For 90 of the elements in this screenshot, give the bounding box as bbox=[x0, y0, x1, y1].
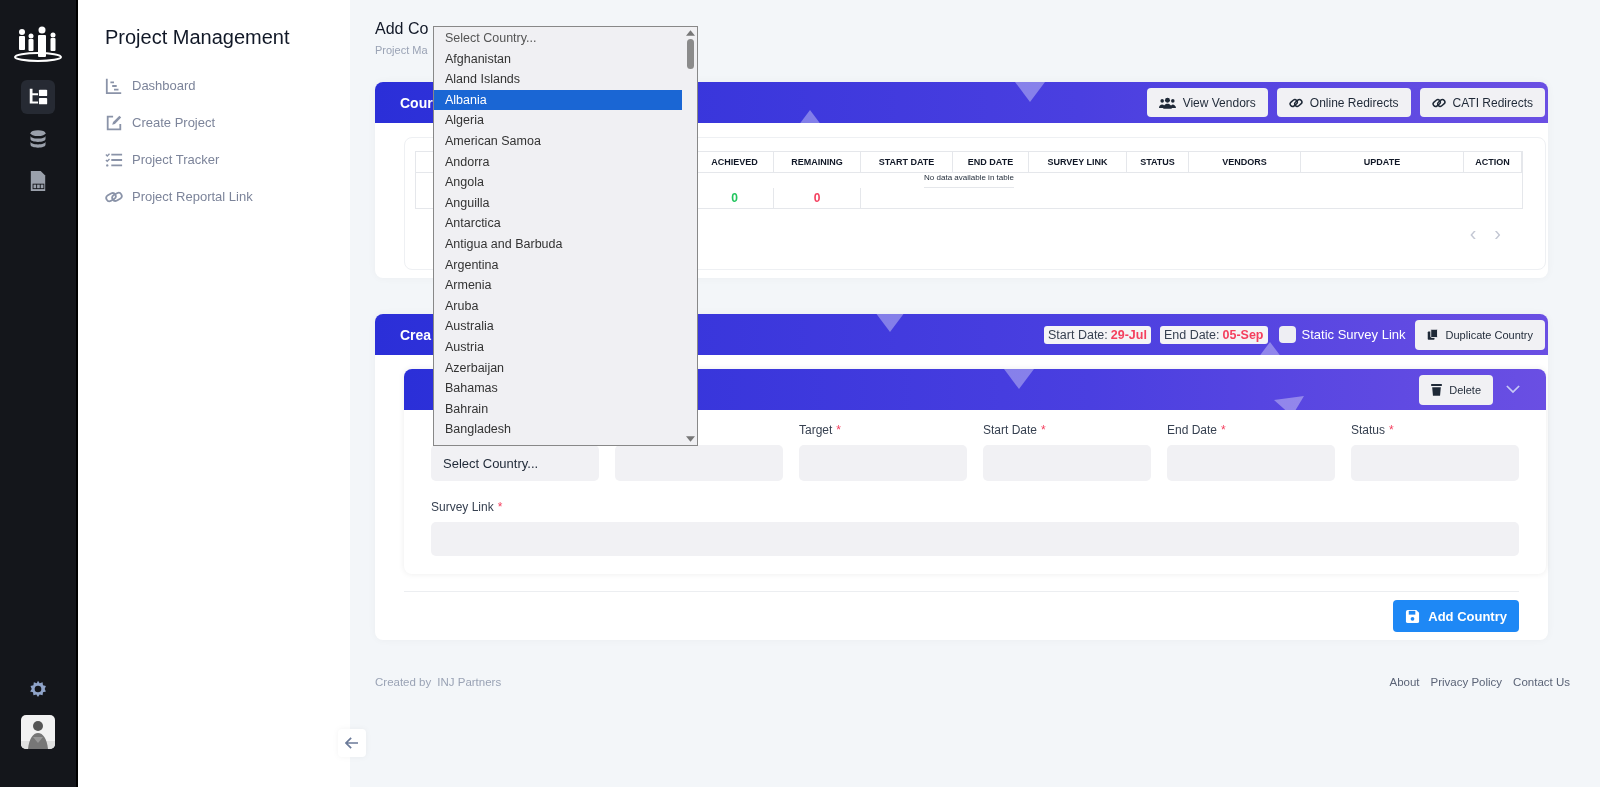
dropdown-option[interactable]: Angola bbox=[434, 172, 682, 193]
settings-icon bbox=[28, 679, 48, 699]
dropdown-option[interactable]: Bahrain bbox=[434, 398, 682, 420]
column-header: START DATE bbox=[861, 152, 953, 173]
required-mark: * bbox=[1389, 423, 1394, 439]
field-label: Status bbox=[1351, 423, 1386, 439]
checkbox[interactable] bbox=[1278, 326, 1296, 343]
column-header: REMAINING bbox=[774, 152, 861, 173]
edit-icon bbox=[105, 113, 123, 132]
save-icon bbox=[1405, 608, 1421, 624]
dropdown-option[interactable]: Australia bbox=[434, 316, 682, 337]
triangle-decoration bbox=[1004, 369, 1034, 389]
input-field[interactable] bbox=[615, 445, 783, 481]
dropdown-option[interactable]: Armenia bbox=[434, 275, 682, 296]
credit-text: Created by bbox=[375, 676, 432, 688]
field-label: End Date bbox=[1167, 423, 1218, 439]
dropdown-option[interactable]: Albania bbox=[434, 89, 682, 111]
sidebar-item[interactable]: Project Reportal Link bbox=[105, 178, 350, 215]
dropdown-option[interactable]: Antarctica bbox=[434, 213, 682, 234]
duplicate-button[interactable]: Duplicate Country bbox=[1414, 319, 1545, 350]
header-button[interactable]: Online Redirects bbox=[1276, 88, 1411, 117]
required-mark: * bbox=[1221, 423, 1226, 439]
page-title: Add Co bbox=[375, 20, 429, 38]
dropdown-option[interactable]: Andorra bbox=[434, 151, 682, 173]
collapse-button[interactable] bbox=[338, 729, 366, 757]
dropdown-option[interactable]: Aruba bbox=[434, 295, 682, 317]
header-button[interactable]: CATI Redirects bbox=[1419, 88, 1545, 117]
delete-button[interactable]: Delete bbox=[1419, 374, 1493, 405]
scroll-down-icon[interactable] bbox=[685, 436, 695, 442]
footer-link[interactable]: Contact Us bbox=[1513, 676, 1570, 688]
dropdown-option[interactable]: Algeria bbox=[434, 110, 682, 131]
badge-value: 29-Jul bbox=[1110, 327, 1147, 342]
sidebar-item[interactable]: Project Tracker bbox=[105, 141, 350, 178]
dropdown-option[interactable]: Aland Islands bbox=[434, 69, 682, 90]
dropdown-option[interactable]: Afghanistan bbox=[434, 48, 682, 70]
dropdown-option[interactable]: Argentina bbox=[434, 254, 682, 276]
badge-value: 05-Sep bbox=[1222, 327, 1264, 342]
users-icon bbox=[1158, 96, 1176, 109]
dropdown-option[interactable]: American Samoa bbox=[434, 130, 682, 152]
chevron-down-icon[interactable] bbox=[1506, 385, 1520, 394]
column-header: ACTION bbox=[1464, 152, 1522, 173]
scrollbar[interactable] bbox=[683, 27, 697, 445]
database-icon bbox=[28, 128, 48, 150]
card-title: Crea bbox=[400, 326, 432, 343]
dropdown-option[interactable]: Bahamas bbox=[434, 378, 682, 399]
column-header: STATUS bbox=[1127, 152, 1189, 173]
required-mark: * bbox=[497, 500, 503, 516]
settings-button[interactable] bbox=[28, 679, 48, 699]
scrollbar-thumb[interactable] bbox=[686, 39, 694, 69]
breadcrumb: Project Ma bbox=[375, 44, 428, 56]
triangle-decoration bbox=[1274, 396, 1304, 410]
dropdown-option[interactable]: Bangladesh bbox=[434, 419, 682, 440]
add-country-button[interactable]: Add Country bbox=[1393, 600, 1519, 632]
field-label: Start Date bbox=[983, 423, 1038, 439]
column-header: END DATE bbox=[953, 152, 1029, 173]
triangle-decoration bbox=[1015, 82, 1045, 102]
footer-link[interactable]: Privacy Policy bbox=[1430, 676, 1503, 688]
sidebar-title: Project Management bbox=[105, 26, 291, 49]
column-header: UPDATE bbox=[1301, 152, 1464, 173]
sitemap-button[interactable] bbox=[21, 80, 55, 114]
footer-link[interactable]: About bbox=[1389, 676, 1420, 688]
column-header: SURVEY LINK bbox=[1029, 152, 1127, 173]
column-header: VENDORS bbox=[1189, 152, 1301, 173]
triangle-decoration bbox=[875, 314, 905, 332]
pdf-file-icon bbox=[29, 170, 47, 192]
card-title: Cour bbox=[400, 94, 433, 111]
dropdown-option[interactable]: Antigua and Barbuda bbox=[434, 233, 682, 255]
field-label: Survey Link bbox=[431, 500, 494, 516]
required-mark: * bbox=[1041, 423, 1046, 439]
dropdown-option[interactable]: Azerbaijan bbox=[434, 357, 682, 379]
sidebar-item[interactable]: Dashboard bbox=[105, 67, 350, 104]
header-button[interactable]: View Vendors bbox=[1146, 88, 1268, 117]
badge-label: End Date: bbox=[1163, 327, 1220, 342]
table-cell: 0 bbox=[774, 188, 861, 208]
dropdown-option[interactable]: Austria bbox=[434, 336, 682, 358]
select-field[interactable]: Select Country... bbox=[431, 445, 599, 481]
empty-table-message: No data available in table bbox=[924, 173, 1014, 188]
field-label: Target bbox=[799, 423, 833, 439]
sidebar-item[interactable]: Create Project bbox=[105, 104, 350, 141]
people-logo-icon bbox=[13, 26, 63, 62]
dropdown-option[interactable]: Select Country... bbox=[434, 28, 682, 49]
scroll-up-icon[interactable] bbox=[685, 30, 695, 36]
trash-icon bbox=[1431, 383, 1443, 396]
arrow-left-icon bbox=[345, 737, 359, 749]
badge-label: Start Date: bbox=[1048, 327, 1108, 342]
checkbox-label: Static Survey Link bbox=[1301, 327, 1406, 342]
copy-icon bbox=[1426, 328, 1439, 341]
required-mark: * bbox=[836, 423, 842, 439]
dropdown-option[interactable]: Anguilla bbox=[434, 192, 682, 214]
chart-icon bbox=[105, 76, 123, 95]
